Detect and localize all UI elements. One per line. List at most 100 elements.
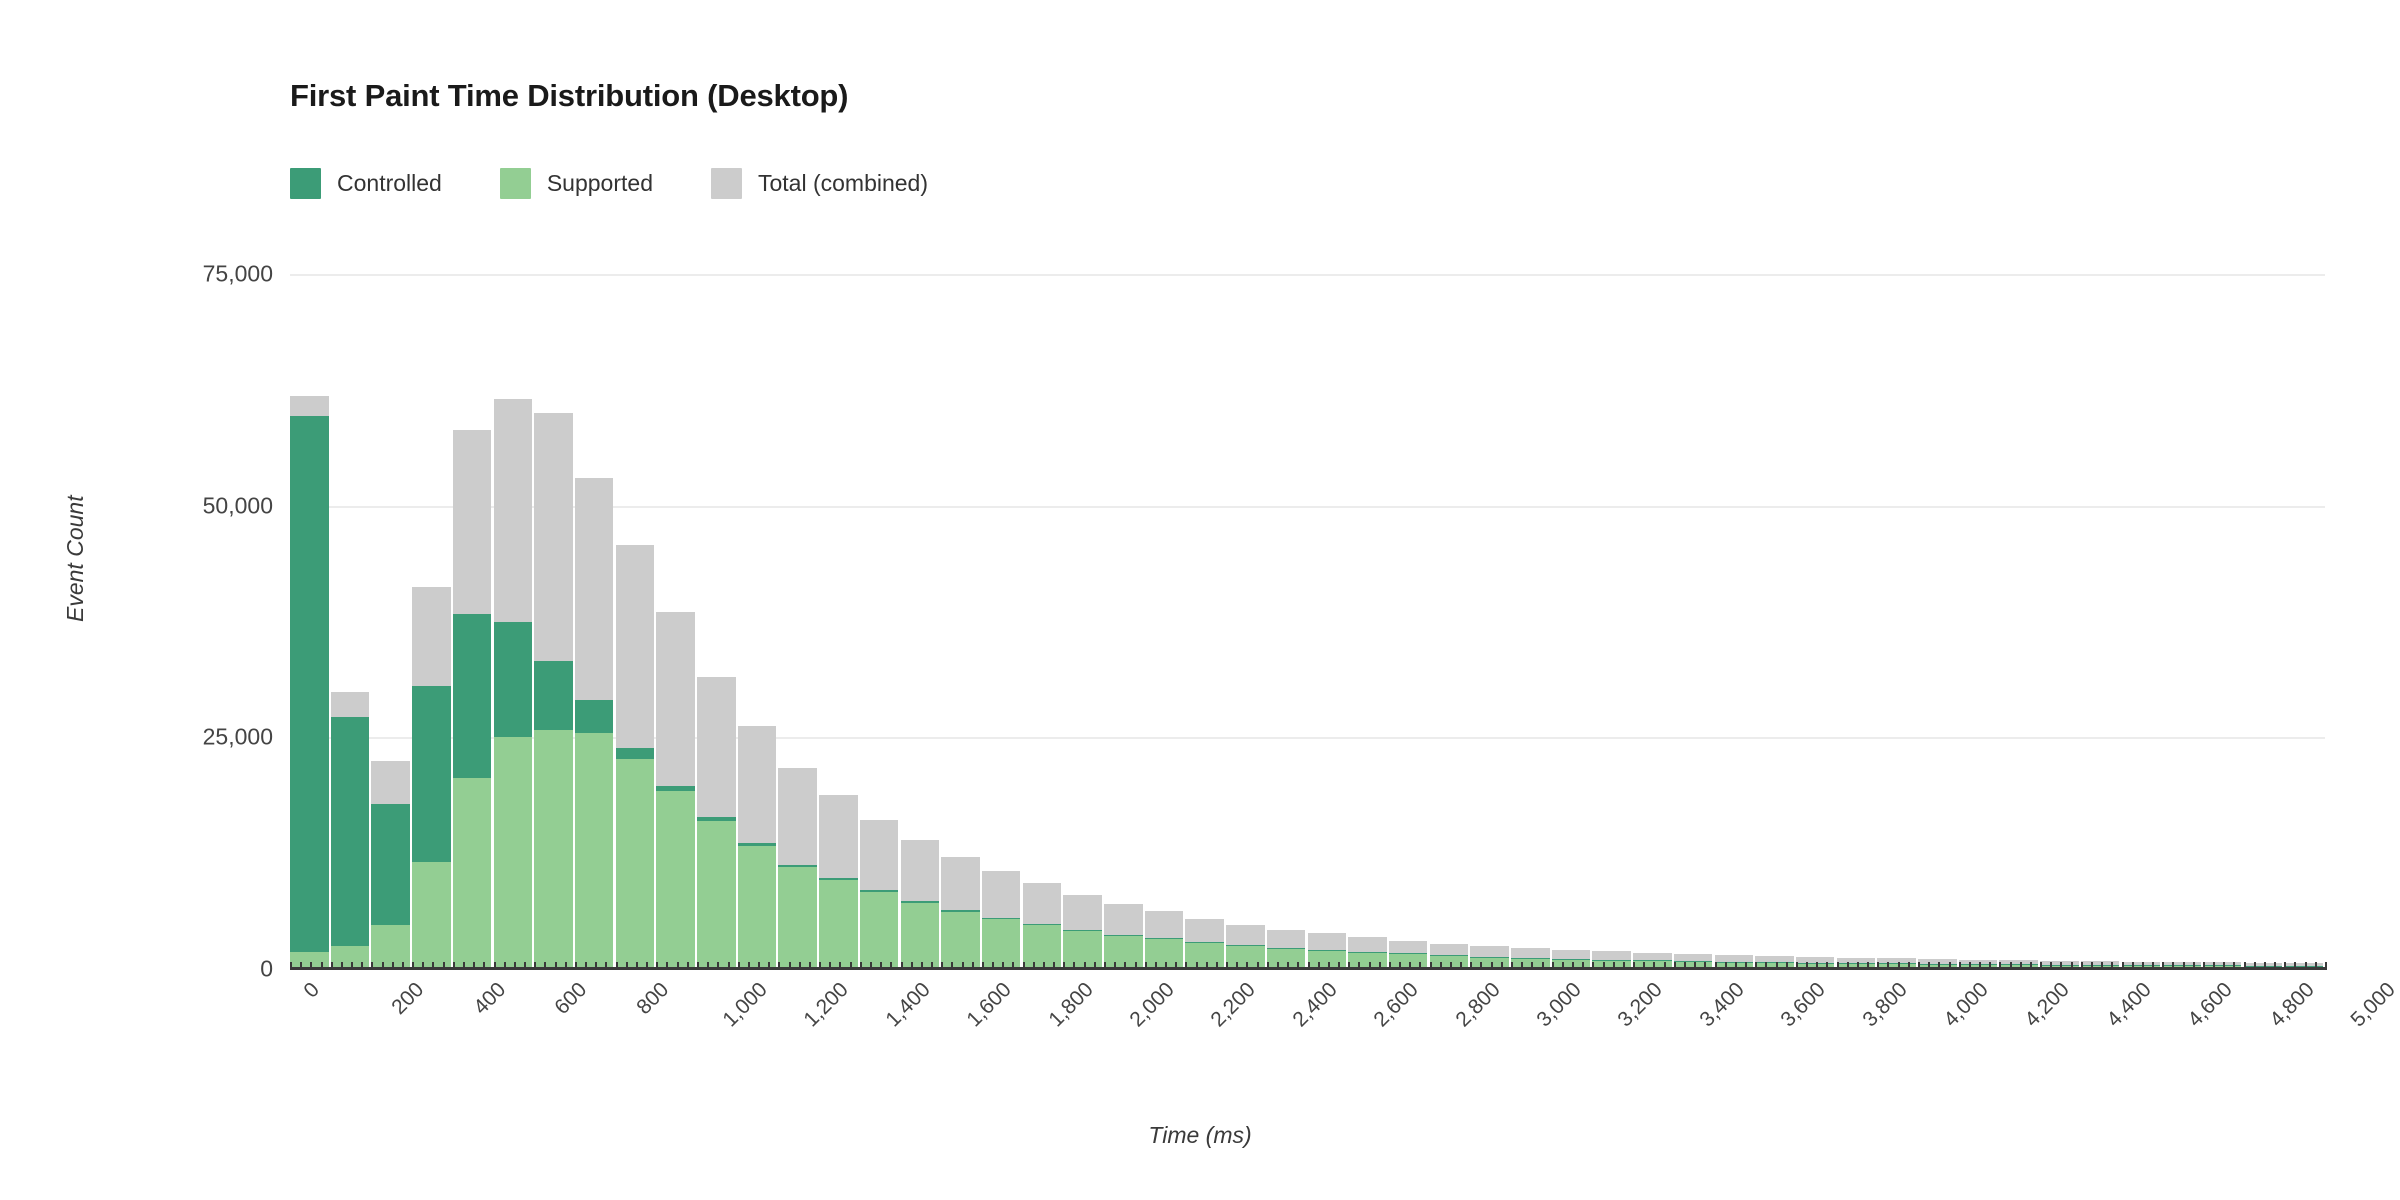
bar-stack[interactable] bbox=[1226, 274, 1265, 969]
legend-item-supported[interactable]: Supported bbox=[499, 168, 653, 199]
bar-stack[interactable] bbox=[1022, 274, 1062, 969]
x-axis-tick-label: 4,600 bbox=[2183, 978, 2238, 1032]
x-axis-tickmark bbox=[1419, 962, 1422, 969]
x-axis-tickmark bbox=[2284, 962, 2287, 969]
x-axis-tickmark bbox=[1521, 962, 1524, 969]
bar-stack[interactable] bbox=[778, 274, 817, 969]
bar-stack[interactable] bbox=[1388, 274, 1428, 969]
bar-stack[interactable] bbox=[1633, 274, 1672, 969]
bar-stack[interactable] bbox=[1144, 274, 1184, 969]
bar-segment-total bbox=[2080, 961, 2120, 965]
x-axis-tickmark bbox=[1785, 962, 1788, 969]
x-axis-tickmark bbox=[2223, 962, 2226, 969]
bar-stack[interactable] bbox=[290, 274, 329, 969]
x-axis-tickmark bbox=[290, 962, 292, 969]
bar-segment-controlled bbox=[1429, 955, 1469, 957]
x-axis-tickmark bbox=[1460, 962, 1463, 969]
bar-segment-supported bbox=[941, 911, 980, 969]
bar-segment-controlled bbox=[1673, 960, 1713, 962]
bar-stack[interactable] bbox=[900, 274, 939, 969]
y-axis-title: Event Count bbox=[62, 495, 88, 622]
bar-stack[interactable] bbox=[330, 274, 370, 969]
x-axis-tickmark bbox=[1500, 962, 1503, 969]
bar-segment-total bbox=[1633, 952, 1672, 961]
bar-segment-controlled bbox=[778, 864, 817, 868]
bar-stack[interactable] bbox=[981, 274, 1021, 969]
x-axis-tickmark bbox=[869, 962, 872, 969]
bar-stack[interactable] bbox=[1307, 274, 1346, 969]
bar-segment-controlled bbox=[656, 786, 695, 792]
bar-segment-controlled bbox=[371, 804, 410, 925]
bar-stack[interactable] bbox=[534, 274, 573, 969]
bar-stack[interactable] bbox=[859, 274, 899, 969]
bar-stack[interactable] bbox=[737, 274, 777, 969]
x-axis-tick-label: 600 bbox=[550, 978, 592, 1020]
bar-segment-total bbox=[1511, 948, 1550, 958]
x-axis-tickmark bbox=[1185, 962, 1188, 969]
bar-stack[interactable] bbox=[2243, 274, 2283, 969]
x-axis-tickmark bbox=[1348, 962, 1351, 969]
bar-stack[interactable] bbox=[1673, 274, 1713, 969]
bar-stack[interactable] bbox=[1999, 274, 2038, 969]
bar-segment-controlled bbox=[1918, 963, 1957, 965]
x-axis-tickmark bbox=[1877, 962, 1880, 969]
bar-stack[interactable] bbox=[2080, 274, 2120, 969]
bar-stack[interactable] bbox=[1185, 274, 1224, 969]
bar-stack[interactable] bbox=[2202, 274, 2242, 969]
x-axis-tickmark bbox=[554, 962, 557, 969]
bar-segment-controlled bbox=[1348, 951, 1387, 953]
bar-stack[interactable] bbox=[1592, 274, 1631, 969]
bar-stack[interactable] bbox=[1714, 274, 1753, 969]
bar-stack[interactable] bbox=[2040, 274, 2079, 969]
x-axis-tickmark bbox=[1755, 962, 1758, 969]
bar-stack[interactable] bbox=[2121, 274, 2160, 969]
bar-segment-total bbox=[493, 399, 532, 623]
bar-stack[interactable] bbox=[1958, 274, 1998, 969]
bar-stack[interactable] bbox=[493, 274, 532, 969]
bar-segment-supported bbox=[330, 945, 370, 969]
x-axis-tickmark bbox=[1266, 962, 1269, 969]
bar-stack[interactable] bbox=[2162, 274, 2201, 969]
x-axis-tickmark bbox=[1287, 962, 1290, 969]
bar-segment-total bbox=[1714, 954, 1753, 962]
bar-stack[interactable] bbox=[1918, 274, 1957, 969]
bar-stack[interactable] bbox=[615, 274, 655, 969]
x-axis-tickmark bbox=[1531, 962, 1534, 969]
bar-stack[interactable] bbox=[1836, 274, 1876, 969]
bar-segment-supported bbox=[656, 791, 695, 969]
bar-stack[interactable] bbox=[1551, 274, 1591, 969]
bar-stack[interactable] bbox=[941, 274, 980, 969]
bar-stack[interactable] bbox=[452, 274, 492, 969]
bar-stack[interactable] bbox=[656, 274, 695, 969]
bar-stack[interactable] bbox=[1877, 274, 1916, 969]
bar-stack[interactable] bbox=[371, 274, 410, 969]
bar-stack[interactable] bbox=[1348, 274, 1387, 969]
bar-stack[interactable] bbox=[819, 274, 858, 969]
x-axis-tickmark bbox=[880, 962, 883, 969]
x-axis-tickmark bbox=[1958, 962, 1961, 969]
bar-segment-total bbox=[1226, 924, 1265, 945]
legend-item-total[interactable]: Total (combined) bbox=[710, 168, 928, 199]
bar-stack[interactable] bbox=[1429, 274, 1469, 969]
bar-stack[interactable] bbox=[1266, 274, 1306, 969]
bar-stack[interactable] bbox=[1755, 274, 1794, 969]
bar-segment-total bbox=[534, 413, 573, 662]
x-axis-tickmark bbox=[1775, 962, 1778, 969]
bar-stack[interactable] bbox=[1511, 274, 1550, 969]
bar-stack[interactable] bbox=[1470, 274, 1509, 969]
x-axis-tickmark bbox=[1816, 962, 1819, 969]
x-axis-tickmark bbox=[1592, 962, 1595, 969]
bar-stack[interactable] bbox=[697, 274, 736, 969]
bar-stack[interactable] bbox=[412, 274, 451, 969]
bar-stack[interactable] bbox=[1063, 274, 1102, 969]
x-axis-tickmark bbox=[697, 962, 699, 969]
bar-segment-controlled bbox=[493, 622, 532, 738]
bar-stack[interactable] bbox=[1795, 274, 1835, 969]
bar-stack[interactable] bbox=[1104, 274, 1143, 969]
bar-segment-supported bbox=[1226, 945, 1265, 969]
legend-item-controlled[interactable]: Controlled bbox=[290, 168, 442, 199]
bar-segment-controlled bbox=[900, 901, 939, 904]
bar-stack[interactable] bbox=[2284, 274, 2323, 969]
bar-stack[interactable] bbox=[574, 274, 614, 969]
x-axis-tickmark bbox=[1511, 962, 1513, 969]
